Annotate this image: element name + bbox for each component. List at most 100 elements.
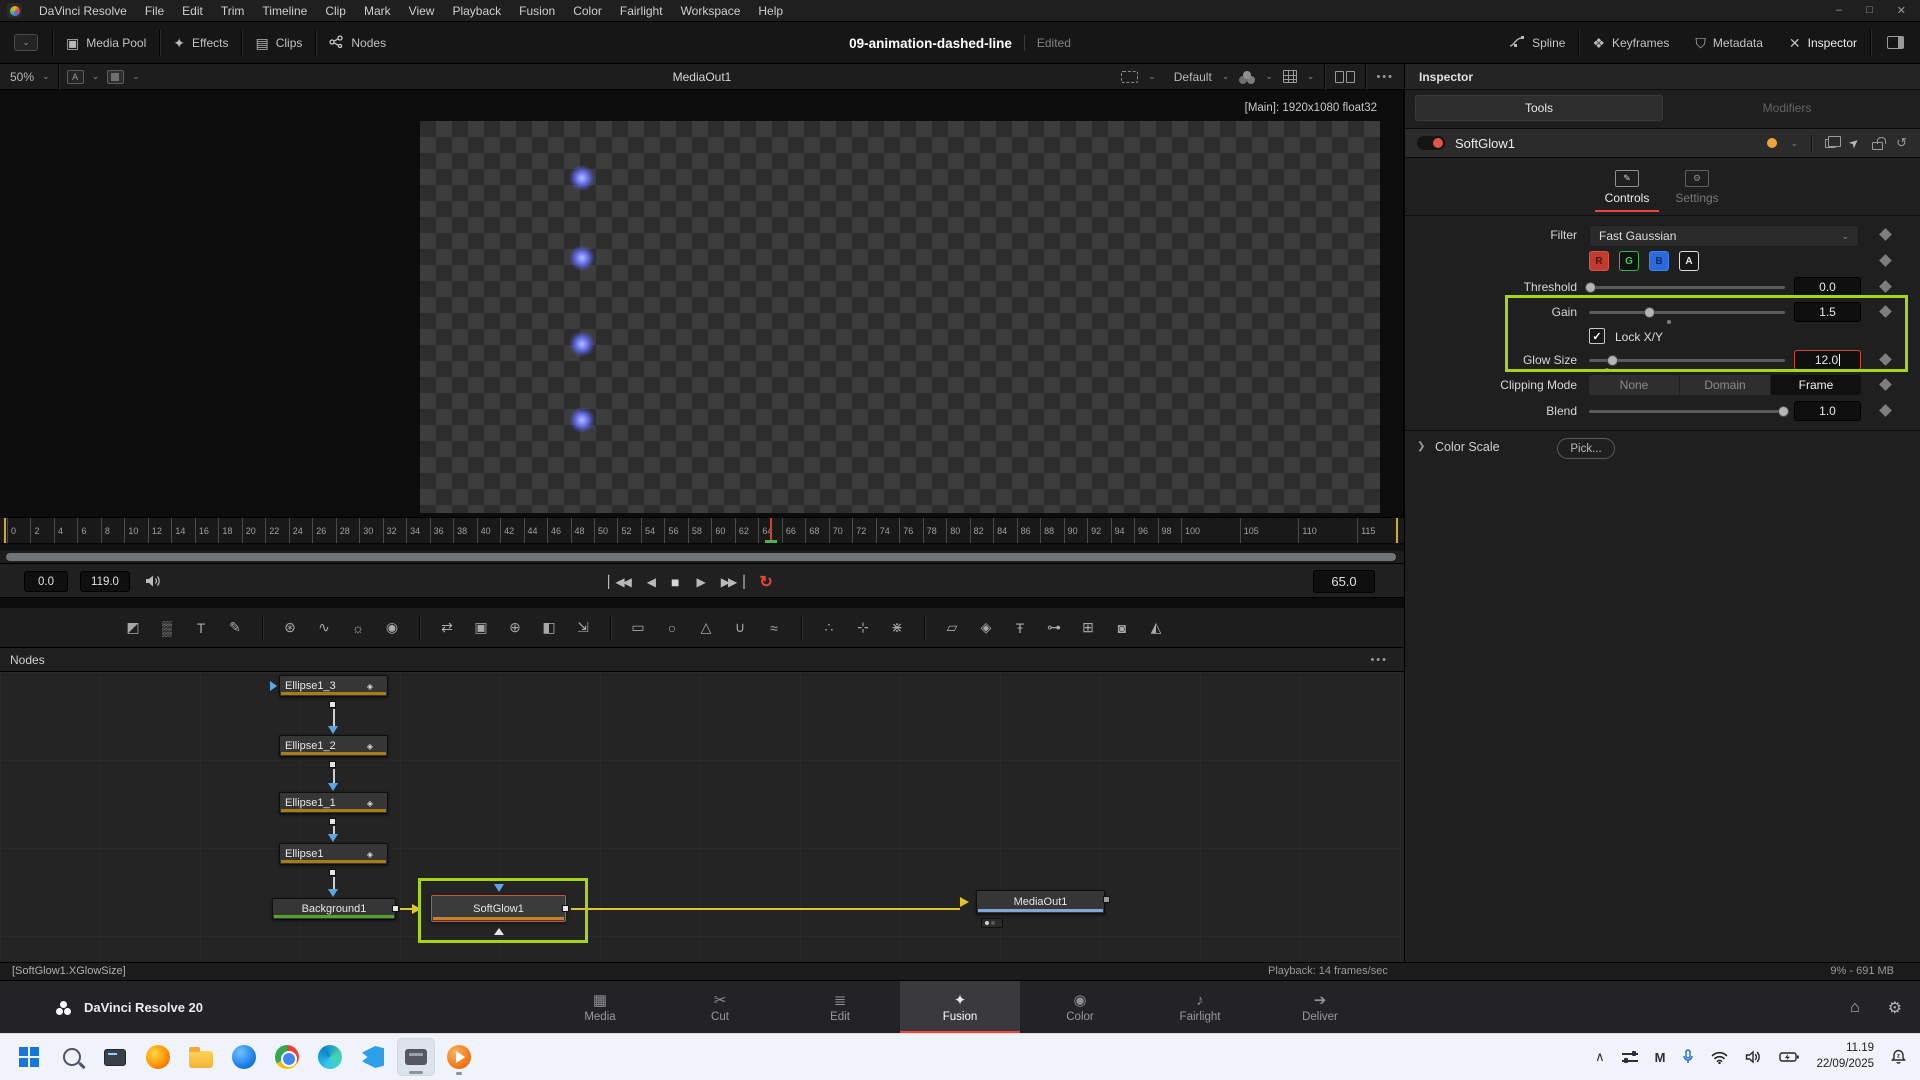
inspector-button[interactable]: ✕ Inspector — [1776, 22, 1870, 63]
channel-r-button[interactable]: R — [1589, 251, 1609, 271]
timeline-ruler[interactable]: 0246810121416182022242628303234363840424… — [0, 517, 1404, 544]
taskbar-chrome-button[interactable] — [268, 1038, 306, 1076]
clipping-domain-button[interactable]: Domain — [1680, 375, 1770, 395]
filter-select[interactable]: Fast Gaussian⌄ — [1589, 225, 1859, 247]
text-plus-icon[interactable]: T — [186, 616, 216, 640]
menu-item-timeline[interactable]: Timeline — [253, 0, 316, 22]
channel-a-button[interactable]: A — [1679, 251, 1699, 271]
transform-icon[interactable]: ⇄ — [432, 616, 462, 640]
panel-toggle-icon[interactable] — [1887, 36, 1904, 49]
channel-b-button[interactable]: B — [1649, 251, 1669, 271]
minimize-button[interactable]: – — [1836, 4, 1842, 17]
channel-button[interactable]: A — [67, 70, 84, 84]
polygon-mask-icon[interactable]: △ — [691, 616, 721, 640]
menu-item-workspace[interactable]: Workspace — [672, 0, 750, 22]
metadata-button[interactable]: ⛉ Metadata — [1682, 22, 1776, 63]
rectangle-mask-icon[interactable]: ▭ — [623, 616, 653, 640]
go-to-start-button[interactable]: ▏◀◀ — [608, 575, 630, 589]
lock-icon[interactable] — [1872, 142, 1883, 150]
menu-item-file[interactable]: File — [136, 0, 173, 22]
render-3d-icon[interactable]: ◙ — [1107, 616, 1137, 640]
play-button[interactable]: ▶ — [697, 575, 704, 589]
page-deliver[interactable]: ➔Deliver — [1260, 981, 1380, 1034]
keyframe-diamond-icon[interactable] — [1879, 280, 1892, 293]
threshold-slider[interactable] — [1589, 286, 1785, 289]
roi-button[interactable] — [1121, 71, 1138, 83]
clipping-frame-button[interactable]: Frame — [1771, 375, 1861, 395]
guides-button[interactable] — [1283, 70, 1297, 83]
battery-icon[interactable] — [1779, 1051, 1799, 1063]
node-color-dot[interactable] — [1767, 138, 1777, 148]
shape-3d-icon[interactable]: ◈ — [971, 616, 1001, 640]
blend-value[interactable]: 1.0 — [1794, 401, 1861, 421]
menu-item-help[interactable]: Help — [749, 0, 792, 22]
image-plane-3d-icon[interactable]: ▱ — [937, 616, 967, 640]
node-Ellipse1_1[interactable]: Ellipse1_1◈ — [279, 792, 388, 814]
node-Ellipse1_3[interactable]: Ellipse1_3◈ — [279, 675, 388, 697]
page-fusion[interactable]: ✦Fusion — [900, 981, 1020, 1034]
zoom-level-select[interactable]: 50% — [10, 70, 34, 84]
camera-3d-icon[interactable]: ◭ — [1141, 616, 1171, 640]
bspline-mask-icon[interactable]: ∪ — [725, 616, 755, 640]
loop-button[interactable]: ↻ — [759, 572, 772, 592]
tray-sliders-icon[interactable] — [1622, 1051, 1638, 1063]
background-icon[interactable]: ◩ — [118, 616, 148, 640]
pin-icon[interactable]: ➤ — [1846, 134, 1863, 151]
node-enable-toggle[interactable] — [1417, 136, 1445, 150]
taskbar-clock[interactable]: 11.19 22/09/2025 — [1816, 1041, 1874, 1072]
blur-icon[interactable]: ◉ — [377, 616, 407, 640]
node-Ellipse1_2[interactable]: Ellipse1_2◈ — [279, 735, 388, 757]
render-range-start-marker[interactable] — [4, 518, 6, 543]
clipping-none-button[interactable]: None — [1589, 375, 1679, 395]
render-range-end-marker[interactable] — [1396, 518, 1398, 543]
close-button[interactable]: ✕ — [1897, 4, 1906, 17]
lut-select[interactable]: Default — [1174, 70, 1212, 84]
taskbar-search-button[interactable] — [53, 1038, 91, 1076]
keyframe-diamond-icon[interactable] — [1879, 378, 1892, 391]
dual-viewer-button[interactable] — [1335, 71, 1355, 83]
fast-noise-icon[interactable]: ▒ — [152, 616, 182, 640]
color-swatch-button[interactable] — [107, 70, 124, 84]
stop-button[interactable]: ■ — [671, 574, 679, 590]
menu-item-mark[interactable]: Mark — [355, 0, 400, 22]
range-out-field[interactable]: 119.0 — [80, 571, 130, 592]
matte-control-icon[interactable]: ◧ — [534, 616, 564, 640]
particle-render-icon[interactable]: ⊹ — [848, 616, 878, 640]
threshold-value[interactable]: 0.0 — [1794, 277, 1861, 297]
output-connector[interactable] — [1103, 896, 1110, 903]
microphone-icon[interactable] — [1682, 1049, 1694, 1065]
timeline-scrollbar[interactable] — [6, 553, 1396, 561]
keyframe-diamond-icon[interactable] — [1879, 228, 1892, 241]
active-connection[interactable] — [571, 908, 960, 910]
ui-layout-button[interactable]: ⌄ — [14, 34, 38, 51]
pick-color-button[interactable]: Pick... — [1557, 438, 1615, 459]
tab-controls[interactable]: ✎ Controls — [1587, 170, 1667, 205]
notifications-bell-icon[interactable]: z — [1891, 1049, 1906, 1065]
output-connector[interactable] — [329, 701, 336, 708]
text-3d-icon[interactable]: Ŧ — [1005, 616, 1035, 640]
node-MediaOut1[interactable]: MediaOut1 — [976, 890, 1105, 914]
effects-button[interactable]: ✦ Effects — [160, 22, 241, 63]
blend-slider[interactable] — [1589, 410, 1785, 413]
output-connector[interactable] — [329, 761, 336, 768]
viewer-options-menu[interactable]: ••• — [1376, 71, 1394, 83]
output-connector[interactable] — [329, 869, 336, 876]
tray-app-icon[interactable]: M — [1655, 1050, 1666, 1065]
taskbar-media-player-button[interactable] — [440, 1038, 478, 1076]
page-fairlight[interactable]: ♪Fairlight — [1140, 981, 1260, 1034]
nodes-panel-menu[interactable]: ••• — [1370, 654, 1404, 666]
media-pool-button[interactable]: ▣ Media Pool — [53, 22, 159, 63]
copy-settings-icon[interactable] — [1825, 139, 1836, 148]
menu-item-fusion[interactable]: Fusion — [510, 0, 564, 22]
resize-icon[interactable]: ⇲ — [568, 616, 598, 640]
node-Background1[interactable]: Background1 — [272, 898, 396, 920]
tab-modifiers[interactable]: Modifiers — [1663, 95, 1911, 121]
keyframe-diamond-icon[interactable] — [1879, 404, 1892, 417]
taskbar-vscode-button[interactable] — [354, 1038, 392, 1076]
menu-item-view[interactable]: View — [400, 0, 444, 22]
menu-item-fairlight[interactable]: Fairlight — [611, 0, 672, 22]
node-Ellipse1[interactable]: Ellipse1◈ — [279, 843, 388, 865]
nodes-button[interactable]: Nodes — [316, 22, 399, 63]
chevron-down-icon[interactable]: ⌄ — [1790, 138, 1798, 149]
color-curves-icon[interactable]: ∿ — [309, 616, 339, 640]
